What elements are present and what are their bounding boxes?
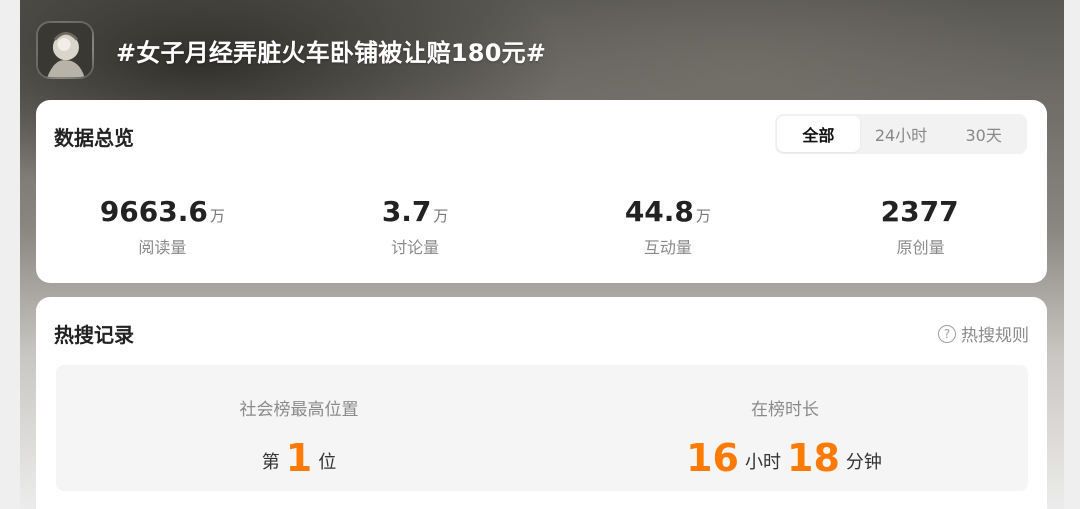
duration-minutes: 18 xyxy=(787,436,840,480)
stat-interactions-label: 互动量 xyxy=(643,238,692,257)
stat-reads-value: 9663.6 xyxy=(99,195,208,228)
rank-suffix: 位 xyxy=(318,452,337,473)
topic-title: #女子月经弄脏火车卧铺被让赔180元# xyxy=(116,38,547,67)
data-overview-card: 数据总览 全部 24小时 30天 9663.6 万 阅读量 3.7 万 讨论量 44… xyxy=(36,100,1047,283)
stat-originals-label: 原创量 xyxy=(896,238,945,257)
duration-section: 在榜时长 16 小时 18 分钟 xyxy=(542,365,1028,491)
rank-value: 1 xyxy=(285,436,313,480)
time-range-tabs: 全部 24小时 30天 xyxy=(775,114,1027,154)
stat-discussions-label: 讨论量 xyxy=(391,238,440,257)
tab-all[interactable]: 全部 xyxy=(777,116,860,152)
hot-search-record-card: 热搜记录 ? 热搜规则 社会榜最高位置 第 1 位 在榜时长 16 小时 18 … xyxy=(36,297,1047,509)
stat-originals-value: 2377 xyxy=(880,195,959,228)
topic-avatar-icon xyxy=(36,21,94,79)
highest-rank-section: 社会榜最高位置 第 1 位 xyxy=(56,365,542,491)
highest-rank-label: 社会榜最高位置 xyxy=(239,400,359,420)
topic-header: #女子月经弄脏火车卧铺被让赔180元# xyxy=(36,20,546,80)
help-circle-icon: ? xyxy=(938,324,956,343)
stat-reads-label: 阅读量 xyxy=(138,238,187,257)
overview-title: 数据总览 xyxy=(54,126,134,150)
duration-hours-unit: 小时 xyxy=(745,452,781,473)
stat-discussions: 3.7 万 讨论量 xyxy=(289,196,542,258)
rank-prefix: 第 xyxy=(261,452,280,473)
stat-reads: 9663.6 万 阅读量 xyxy=(36,196,289,258)
page-right-edge xyxy=(1064,0,1080,509)
stat-discussions-value: 3.7 xyxy=(381,195,432,228)
stat-interactions: 44.8 万 互动量 xyxy=(542,196,795,258)
rules-label: 热搜规则 xyxy=(961,326,1029,346)
hot-search-rules-link[interactable]: ? 热搜规则 xyxy=(938,321,1029,346)
tab-24h[interactable]: 24小时 xyxy=(860,116,943,152)
duration-hours: 16 xyxy=(686,436,739,480)
highest-rank-value-row: 第 1 位 xyxy=(56,434,542,478)
stat-reads-unit: 万 xyxy=(209,207,225,225)
duration-value-row: 16 小时 18 分钟 xyxy=(542,434,1028,478)
stat-interactions-value: 44.8 xyxy=(624,195,694,228)
stat-interactions-unit: 万 xyxy=(695,207,711,225)
stats-row: 9663.6 万 阅读量 3.7 万 讨论量 44.8 万 互动量 2377 原创量 xyxy=(36,196,1047,258)
stat-discussions-unit: 万 xyxy=(433,207,449,225)
stat-originals: 2377 原创量 xyxy=(794,196,1047,258)
page-left-edge xyxy=(0,0,20,509)
duration-label: 在榜时长 xyxy=(751,400,819,420)
record-summary-box: 社会榜最高位置 第 1 位 在榜时长 16 小时 18 分钟 xyxy=(56,365,1028,491)
duration-minutes-unit: 分钟 xyxy=(845,452,882,473)
records-title: 热搜记录 xyxy=(54,323,134,347)
tab-30d[interactable]: 30天 xyxy=(942,116,1025,152)
